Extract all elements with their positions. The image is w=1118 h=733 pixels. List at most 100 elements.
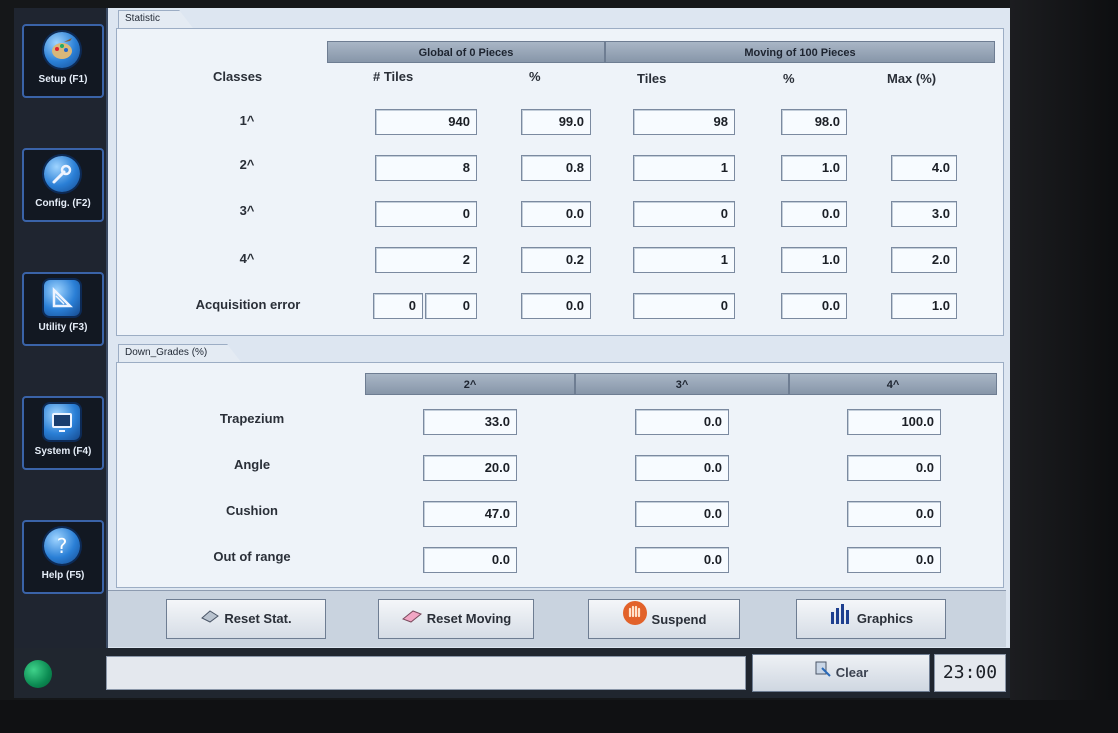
- pct-moving-field: 1.0: [781, 247, 847, 273]
- clock: 23:00: [934, 654, 1006, 692]
- tiles-global-field: 940: [375, 109, 477, 135]
- help-button[interactable]: ? Help (F5): [22, 520, 104, 594]
- toolbar: Reset Stat. Reset Moving Suspend Graphic…: [108, 590, 1006, 647]
- pct-global-field: 0.8: [521, 155, 591, 181]
- downgrades-panel: 2^ 3^ 4^ Trapezium 33.0 0.0 100.0 Angle …: [116, 362, 1004, 588]
- statistic-panel: Global of 0 Pieces Moving of 100 Pieces …: [116, 28, 1004, 336]
- sidebar-item-label: Help (F5): [41, 570, 85, 581]
- downgrade-field: 0.0: [635, 409, 729, 435]
- col-pct-global: %: [529, 69, 541, 84]
- col-tiles-moving: Tiles: [637, 71, 667, 86]
- downgrade-label: Out of range: [213, 549, 291, 564]
- sidebar-item-label: System (F4): [34, 446, 92, 457]
- downgrade-field: 0.0: [635, 547, 729, 573]
- downgrade-field: 47.0: [423, 501, 517, 527]
- col-tiles-global: # Tiles: [373, 69, 414, 84]
- class-label: 4^: [239, 251, 255, 266]
- tiles-moving-field: 0: [633, 293, 735, 319]
- config-button[interactable]: Config. (F2): [22, 148, 104, 222]
- sidebar-item-label: Config. (F2): [35, 198, 91, 209]
- pct-global-field: 0.2: [521, 247, 591, 273]
- clear-label: Clear: [835, 665, 869, 680]
- col-classes: Classes: [213, 69, 263, 84]
- set-square-icon: [44, 280, 80, 316]
- pct-moving-field: 0.0: [781, 293, 847, 319]
- suspend-label: Suspend: [651, 611, 707, 627]
- suspend-button[interactable]: Suspend: [588, 599, 740, 639]
- tiles-moving-field: 1: [633, 247, 735, 273]
- tiles-global-field: 2: [375, 247, 477, 273]
- downgrade-field: 0.0: [847, 455, 941, 481]
- clear-button[interactable]: Clear: [752, 654, 930, 692]
- question-icon: ?: [44, 528, 80, 564]
- tiles-moving-field: 1: [633, 155, 735, 181]
- col-pct-moving: %: [783, 71, 795, 86]
- utility-button[interactable]: Utility (F3): [22, 272, 104, 346]
- class-label: Acquisition error: [195, 297, 301, 312]
- statistic-tab: Statistic: [118, 10, 193, 28]
- downgrade-col-2: 2^: [365, 373, 575, 395]
- class-label: 1^: [239, 113, 255, 128]
- downgrade-field: 0.0: [847, 547, 941, 573]
- downgrade-col-4: 4^: [789, 373, 997, 395]
- sidebar-item-label: Setup (F1): [38, 74, 88, 85]
- message-box: [106, 656, 746, 690]
- monitor-icon: [44, 404, 80, 440]
- sidebar: Setup (F1) Config. (F2) Utility (F3) Sys…: [14, 8, 108, 648]
- reset-moving-button[interactable]: Reset Moving: [378, 599, 534, 639]
- max-field[interactable]: 4.0: [891, 155, 957, 181]
- tiles-moving-field: 98: [633, 109, 735, 135]
- graphics-button[interactable]: Graphics: [796, 599, 946, 639]
- downgrade-field: 0.0: [635, 455, 729, 481]
- wrench-icon: [44, 156, 80, 192]
- reset-moving-label: Reset Moving: [426, 611, 512, 626]
- status-bar: Clear 23:00: [14, 648, 1010, 698]
- downgrade-field: 0.0: [635, 501, 729, 527]
- pct-global-field: 0.0: [521, 201, 591, 227]
- downgrade-field: 0.0: [423, 547, 517, 573]
- svg-text:?: ?: [57, 534, 68, 558]
- max-field[interactable]: 1.0: [891, 293, 957, 319]
- downgrades-tab: Down_Grades (%): [118, 344, 241, 362]
- class-label: 3^: [239, 203, 255, 218]
- class-label: 2^: [239, 157, 255, 172]
- tiles-global-field: 0: [375, 201, 477, 227]
- downgrade-field: 100.0: [847, 409, 941, 435]
- max-field[interactable]: 2.0: [891, 247, 957, 273]
- main-panel: Statistic Global of 0 Pieces Moving of 1…: [108, 8, 1010, 648]
- reset-stat-label: Reset Stat.: [224, 611, 292, 626]
- downgrade-field: 33.0: [423, 409, 517, 435]
- downgrade-field: 0.0: [847, 501, 941, 527]
- eraser-icon: [200, 601, 220, 639]
- pct-moving-field: 1.0: [781, 155, 847, 181]
- status-led: [24, 660, 52, 688]
- eraser-icon: [401, 601, 423, 639]
- tiles-global-field: 8: [375, 155, 477, 181]
- col-max: Max (%): [887, 71, 937, 86]
- max-field[interactable]: 3.0: [891, 201, 957, 227]
- tiles-moving-field: 0: [633, 201, 735, 227]
- monitor-bezel-bottom: [0, 700, 1118, 733]
- downgrade-label: Angle: [233, 457, 271, 472]
- acq-error-field-b: 0: [425, 293, 477, 319]
- pct-global-field: 0.0: [521, 293, 591, 319]
- sidebar-item-label: Utility (F3): [38, 322, 88, 333]
- downgrade-col-3: 3^: [575, 373, 789, 395]
- downgrade-field: 20.0: [423, 455, 517, 481]
- pct-global-field: 99.0: [521, 109, 591, 135]
- clear-icon: [814, 656, 832, 692]
- pct-moving-field: 0.0: [781, 201, 847, 227]
- global-group-header: Global of 0 Pieces: [327, 41, 605, 63]
- reset-stat-button[interactable]: Reset Stat.: [166, 599, 326, 639]
- hand-stop-icon: [622, 600, 648, 641]
- bar-chart-icon: [829, 601, 853, 639]
- moving-group-header: Moving of 100 Pieces: [605, 41, 995, 63]
- graphics-label: Graphics: [856, 611, 914, 626]
- system-button[interactable]: System (F4): [22, 396, 104, 470]
- downgrade-label: Cushion: [226, 503, 278, 518]
- screen: Setup (F1) Config. (F2) Utility (F3) Sys…: [14, 8, 1010, 698]
- pct-moving-field: 98.0: [781, 109, 847, 135]
- monitor-bezel: [1010, 0, 1118, 733]
- setup-button[interactable]: Setup (F1): [22, 24, 104, 98]
- downgrade-label: Trapezium: [219, 411, 285, 426]
